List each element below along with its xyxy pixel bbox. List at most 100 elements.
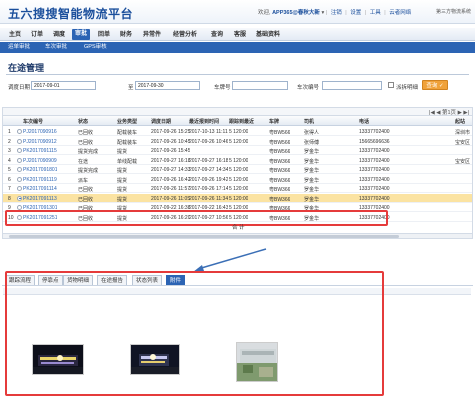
table-row[interactable]: 7 PK2017091114 已回收 提货 2017-09-26 11:57 2017-0… (3, 184, 472, 193)
col-dispatch-date[interactable]: 调度日期 (151, 118, 171, 125)
row-select-radio[interactable] (17, 157, 22, 163)
plate-cell: 粤BW366 (269, 187, 291, 193)
nav-item-finance[interactable]: 财务 (117, 30, 135, 40)
phone-cell: 13337702400 (359, 157, 390, 164)
subnav-waybill-approval[interactable]: 运单审批 (8, 43, 30, 52)
last-report-cell: 2017-09-26 11:34 (189, 195, 229, 202)
logout-link[interactable]: 注销 (331, 10, 342, 16)
biz-type-cell: 配载装车 (117, 130, 138, 136)
nav-item-dispatch[interactable]: 调度 (50, 30, 68, 40)
col-biz-type[interactable]: 业务类型 (117, 118, 137, 125)
col-phone[interactable]: 电话 (359, 118, 369, 125)
date-to-input[interactable] (135, 81, 200, 90)
biz-type-cell: 配载装车 (117, 139, 138, 146)
sub-nav: 运单审批 车次审批 GPS审核 (0, 42, 475, 53)
dispatch-date-cell: 2017-09-26 11:05 (151, 195, 191, 202)
driver-cell: 罗金华 (304, 187, 320, 193)
row-select-radio[interactable] (17, 138, 22, 144)
dispatch-date-cell: 2017-09-27 16:18 (151, 157, 191, 164)
col-plate[interactable]: 车牌 (269, 118, 279, 125)
attachments-annotation (5, 271, 384, 396)
table-row[interactable]: 5 PK2017091801 提货完成 提货 2017-09-27 14:33 2017-… (3, 165, 472, 174)
welcome-text: 欢迎, (258, 10, 271, 16)
track-cell: 5 120:00 (229, 195, 249, 202)
col-origin[interactable]: 起站 (455, 118, 465, 125)
status-cell: 提货完成 (78, 149, 99, 155)
trip-no-cell: PJ2017090916 (23, 129, 57, 135)
nav-item-orders[interactable]: 订单 (28, 30, 46, 40)
driver-cell: 张师傅 (304, 139, 320, 146)
nav-item-exceptions[interactable]: 异常件 (140, 30, 164, 40)
app-logo: 五六搜搜智能物流平台 (8, 7, 134, 21)
nav-item-approval[interactable]: 审批 (72, 29, 91, 40)
detail-check-label: 派拆明细 (396, 85, 419, 91)
dispatch-date-cell: 2017-09-26 10:45 (151, 138, 191, 145)
table-row[interactable]: 8 PK2017091113 已回收 提货 2017-09-26 11:05 2017-0… (3, 193, 472, 203)
trip-no-cell: PJ2017090912 (23, 138, 57, 145)
status-cell: 已回收 (78, 130, 94, 136)
trip-input[interactable] (322, 81, 382, 90)
scrollbar-thumb[interactable] (9, 235, 399, 238)
nav-item-receipt[interactable]: 回单 (95, 30, 113, 40)
row-select-radio[interactable] (17, 186, 22, 191)
vehicle-input[interactable] (232, 81, 288, 90)
date-from-input[interactable] (31, 81, 96, 90)
row-select-radio[interactable] (17, 148, 22, 153)
row-select-radio[interactable] (17, 176, 22, 182)
user-account[interactable]: APP365@春秋大新 (272, 10, 320, 16)
plate-cell: 粤BW566 (269, 130, 291, 136)
dispatch-date-cell: 2017-09-26 11:57 (151, 186, 191, 192)
last-report-cell: 2017-09-27 16:18 (189, 157, 229, 164)
table-row[interactable]: 2 PJ2017090912 已回收 配载装车 2017-09-26 10:45 2017… (3, 137, 472, 146)
settings-link[interactable]: 设置 (350, 10, 361, 16)
page-title: 在途管理 (8, 63, 45, 73)
horizontal-scrollbar[interactable] (2, 233, 473, 239)
nav-item-home[interactable]: 主页 (6, 30, 24, 40)
row-select-radio[interactable] (17, 195, 22, 201)
tools-link[interactable]: 工具 (370, 10, 381, 16)
row-number: 1 (8, 129, 11, 135)
nav-item-analysis[interactable]: 经营分析 (170, 30, 200, 40)
track-cell: 5 120:00 (229, 167, 249, 173)
track-cell: 5 120:00 (229, 157, 249, 164)
col-track[interactable]: 跟踪到最近 (229, 118, 254, 125)
col-last-report[interactable]: 最近报到时间 (189, 118, 219, 125)
trip-no-cell: PK2017091115 (23, 148, 57, 154)
row-select-radio[interactable] (17, 129, 22, 134)
col-trip-no[interactable]: 车次编号 (23, 118, 43, 125)
biz-type-cell: 提货 (117, 149, 128, 155)
table-row[interactable]: 6 PK2017091119 派车 提货 2017-09-26 16:42 2017-09… (3, 175, 472, 184)
plate-cell: 粤BW366 (269, 158, 291, 165)
table-row[interactable]: 3 PK2017091115 提货完成 提货 2017-09-26 15:45 粤BW56… (3, 146, 472, 155)
nav-item-service[interactable]: 客服 (231, 30, 249, 40)
table-row[interactable]: 1 PJ2017090916 已回收 配载装车 2017-09-26 15:25 2017… (3, 127, 472, 136)
row-number: 4 (8, 157, 11, 164)
col-driver[interactable]: 司机 (304, 118, 314, 125)
subnav-gps-review[interactable]: GPS审核 (84, 43, 107, 52)
subnav-trip-approval[interactable]: 车次审批 (45, 43, 67, 52)
caret-down-icon[interactable]: ▾ (321, 10, 324, 16)
dispatch-date-cell: 2017-09-27 14:33 (151, 167, 191, 173)
query-button[interactable]: 查询 ✓ (422, 80, 448, 90)
track-cell: 5 120:00 (229, 176, 249, 183)
track-cell: 5 120:00 (229, 186, 249, 192)
date-to-label: 至 (128, 85, 134, 91)
top-bar: 五六搜搜智能物流平台 欢迎, APP365@春秋大新 ▾ | 注销 | 设置 |… (0, 0, 475, 24)
network-link[interactable]: 云者网络 (389, 10, 411, 16)
driver-cell: 罗金华 (304, 158, 320, 165)
nav-item-query[interactable]: 查询 (208, 30, 226, 40)
phone-cell: 13337702400 (359, 186, 390, 192)
col-status[interactable]: 状态 (78, 118, 88, 125)
phone-cell: 13337702400 (359, 129, 390, 135)
main-nav: 主页 订单 调度 审批 回单 财务 异常件 经营分析 查询 客服 基础资料 (0, 28, 475, 41)
nav-item-basic-data[interactable]: 基础资料 (253, 30, 283, 40)
row-select-radio[interactable] (17, 167, 22, 172)
plate-cell: 粤BW366 (269, 196, 291, 203)
separator: | (325, 10, 328, 16)
plate-cell: 粤BW366 (269, 177, 291, 184)
biz-type-cell: 提货 (117, 187, 128, 193)
biz-type-cell: 提货 (117, 196, 128, 203)
detail-checkbox[interactable] (388, 82, 394, 88)
table-row[interactable]: 4 PJ2017090909 在途 单线配载 2017-09-27 16:18 2017-… (3, 156, 472, 165)
pager[interactable]: |◀ ◀ 第1页 ▶ ▶| (429, 108, 469, 116)
